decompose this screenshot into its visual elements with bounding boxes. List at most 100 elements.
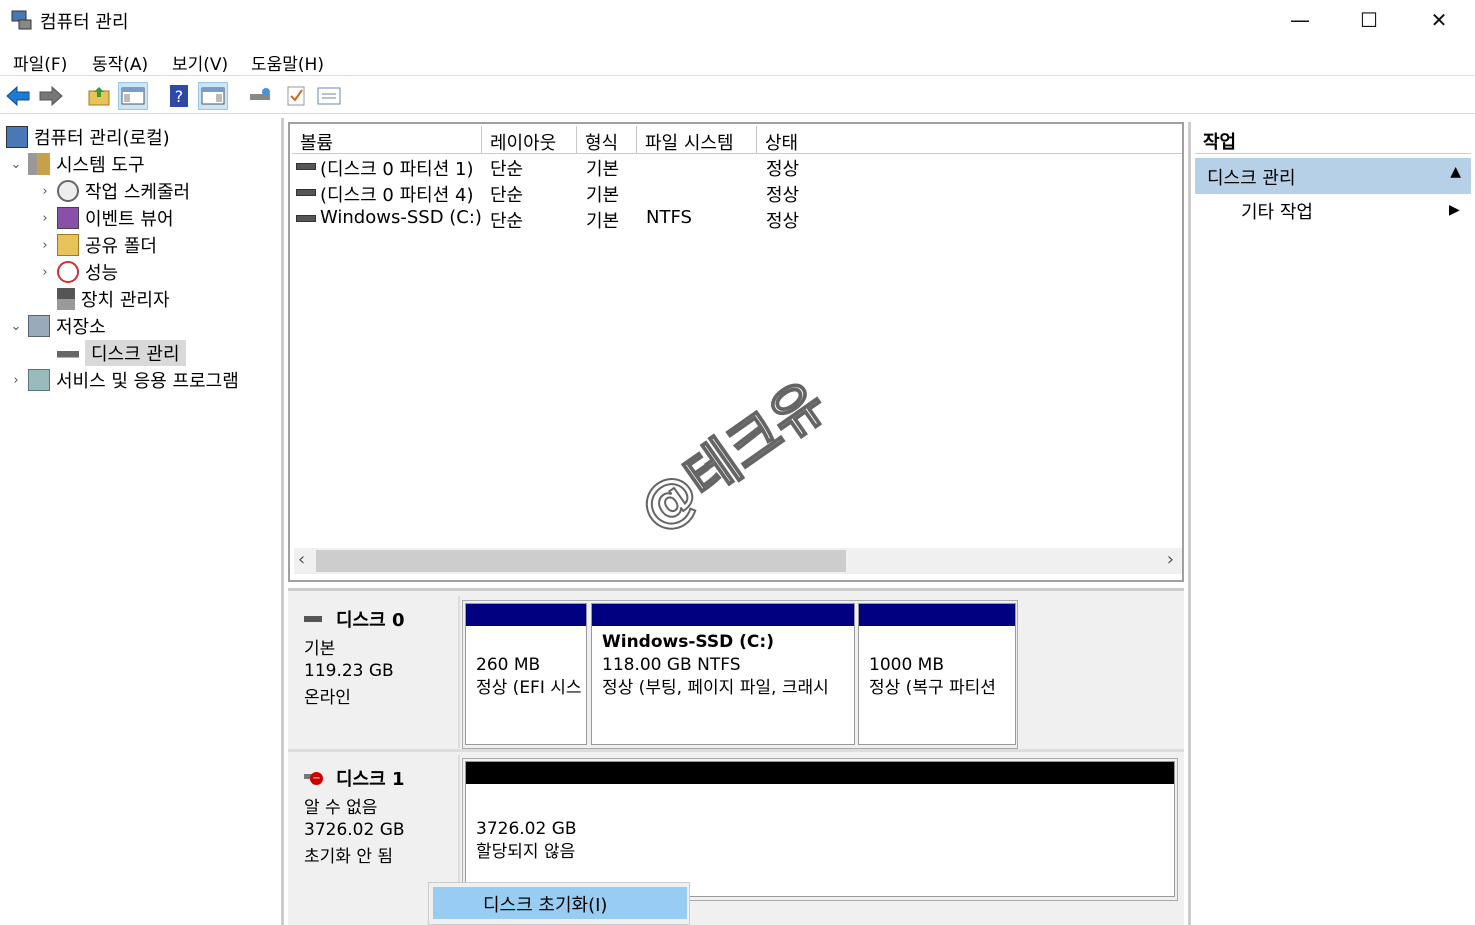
table-row[interactable]: (디스크 0 파티션 4) 단순 기본 정상 xyxy=(294,181,1174,207)
disk1-type: 알 수 없음 xyxy=(304,798,378,818)
tree-item-disk-management[interactable]: 디스크 관리 xyxy=(37,340,186,366)
horizontal-scrollbar[interactable]: ‹ › xyxy=(294,548,1182,574)
unallocated-size: 3726.02 GB xyxy=(476,819,577,839)
menu-bar: 파일(F) 동작(A) 보기(V) 도움말(H) xyxy=(0,44,1475,76)
disk0-name: 디스크 0 xyxy=(336,610,405,631)
toolbar: ? xyxy=(0,78,1475,114)
column-header-layout[interactable]: 레이아웃 xyxy=(482,126,577,154)
tree-item-shared-folders[interactable]: › 공유 폴더 xyxy=(37,232,157,258)
tools-icon xyxy=(28,153,50,175)
table-row[interactable]: (디스크 0 파티션 1) 단순 기본 정상 xyxy=(294,155,1174,181)
disk0-state: 온라인 xyxy=(304,688,351,708)
device-manager-icon xyxy=(57,288,75,310)
tree-item-storage[interactable]: ⌄ 저장소 xyxy=(8,313,106,339)
scroll-left-button[interactable]: ‹ xyxy=(298,549,305,570)
tree-item-label: 저장소 xyxy=(56,317,106,338)
chevron-right-icon[interactable]: › xyxy=(37,184,53,199)
chevron-right-icon[interactable]: › xyxy=(8,373,24,388)
disk-icon xyxy=(304,616,322,622)
collapse-arrow-icon[interactable]: ▲ xyxy=(1450,164,1461,180)
volume-type: 기본 xyxy=(586,159,620,180)
context-menu: 디스크 초기화(I) xyxy=(428,882,690,925)
volume-layout: 단순 xyxy=(490,185,524,206)
column-header-volume[interactable]: 볼륨 xyxy=(292,126,482,154)
actions-section-disk-management[interactable]: 디스크 관리 ▲ xyxy=(1195,158,1471,194)
column-header-status[interactable]: 상태 xyxy=(757,126,1182,154)
volume-icon xyxy=(296,189,316,196)
column-header-filesystem[interactable]: 파일 시스템 xyxy=(637,126,757,154)
more-actions-label: 기타 작업 xyxy=(1241,202,1313,223)
event-viewer-icon xyxy=(57,207,79,229)
partition-windows-c[interactable]: Windows-SSD (C:) 118.00 GB NTFS 정상 (부팅, … xyxy=(591,603,855,745)
performance-gauge-icon xyxy=(57,261,79,283)
tree-item-services[interactable]: › 서비스 및 응용 프로그램 xyxy=(8,367,239,393)
unallocated-label: 할당되지 않음 xyxy=(476,842,576,862)
list-view-icon[interactable] xyxy=(314,82,344,110)
tree-item-system-tools[interactable]: ⌄ 시스템 도구 xyxy=(8,151,145,177)
disk1-state: 초기화 안 됨 xyxy=(304,847,394,867)
volume-name: (디스크 0 파티션 4) xyxy=(320,185,474,206)
volume-type: 기본 xyxy=(586,211,620,232)
chevron-right-icon[interactable]: › xyxy=(37,265,53,280)
partition-size: 1000 MB xyxy=(869,655,944,675)
tree-item-performance[interactable]: › 성능 xyxy=(37,259,118,285)
forward-arrow-icon[interactable] xyxy=(36,82,66,110)
menu-view[interactable]: 보기(V) xyxy=(172,50,228,75)
minimize-button[interactable]: — xyxy=(1265,0,1335,40)
tree-item-task-scheduler[interactable]: › 작업 스케줄러 xyxy=(37,178,190,204)
maximize-button[interactable]: ☐ xyxy=(1334,0,1404,40)
chevron-right-icon[interactable]: › xyxy=(37,211,53,226)
close-button[interactable]: ✕ xyxy=(1404,0,1474,40)
disk-graphical-view: 디스크 0 기본 119.23 GB 온라인 260 MB 정상 (EFI 시스… xyxy=(288,588,1184,925)
tree-item-label: 작업 스케줄러 xyxy=(85,182,191,203)
up-folder-icon[interactable] xyxy=(84,82,114,110)
chevron-right-icon[interactable]: › xyxy=(37,238,53,253)
disk-error-icon: − xyxy=(304,771,323,785)
show-hide-action-pane-icon[interactable] xyxy=(198,82,228,110)
volume-name: Windows-SSD (C:) xyxy=(320,207,482,228)
tree-item-label: 공유 폴더 xyxy=(85,236,157,257)
tree-item-root[interactable]: 컴퓨터 관리(로컬) xyxy=(6,124,170,150)
column-header-type[interactable]: 형식 xyxy=(577,126,637,154)
tree-item-label: 장치 관리자 xyxy=(81,290,170,311)
partition-bar xyxy=(592,604,854,626)
submenu-arrow-icon[interactable]: ▶ xyxy=(1449,202,1460,218)
partition-recovery[interactable]: 1000 MB 정상 (복구 파티션 xyxy=(858,603,1016,745)
title-bar: 컴퓨터 관리 — ☐ ✕ xyxy=(0,0,1475,40)
menu-action[interactable]: 동작(A) xyxy=(92,50,148,75)
tree-item-device-manager[interactable]: 장치 관리자 xyxy=(37,286,170,312)
initialize-disk-menu-item[interactable]: 디스크 초기화(I) xyxy=(433,887,687,919)
scroll-right-button[interactable]: › xyxy=(1167,549,1174,570)
scrollbar-thumb[interactable] xyxy=(316,550,846,572)
svg-text:?: ? xyxy=(175,87,184,106)
tree-item-label: 서비스 및 응용 프로그램 xyxy=(56,371,239,392)
show-hide-tree-icon[interactable] xyxy=(118,82,148,110)
menu-file[interactable]: 파일(F) xyxy=(13,50,67,75)
navigation-tree: 컴퓨터 관리(로컬) ⌄ 시스템 도구 › 작업 스케줄러 › 이벤트 뷰어 ›… xyxy=(0,118,284,925)
partition-status: 정상 (복구 파티션 xyxy=(869,678,996,698)
table-row[interactable]: Windows-SSD (C:) 단순 기본 NTFS 정상 xyxy=(294,207,1174,233)
chevron-down-icon[interactable]: ⌄ xyxy=(8,319,24,334)
actions-header: 작업 xyxy=(1195,124,1471,154)
unallocated-space[interactable]: 3726.02 GB 할당되지 않음 xyxy=(465,761,1175,897)
partition-size: 260 MB xyxy=(476,655,541,675)
volume-type: 기본 xyxy=(586,185,620,206)
back-arrow-icon[interactable] xyxy=(3,82,33,110)
menu-help[interactable]: 도움말(H) xyxy=(251,50,324,75)
disk0-label[interactable]: 디스크 0 기본 119.23 GB 온라인 xyxy=(288,596,460,748)
properties-check-icon[interactable] xyxy=(281,82,311,110)
more-actions-item[interactable]: 기타 작업 xyxy=(1241,198,1313,224)
disk0-type: 기본 xyxy=(304,639,336,659)
chevron-down-icon[interactable]: ⌄ xyxy=(8,157,24,172)
partition-size: 118.00 GB NTFS xyxy=(602,655,741,675)
volume-layout: 단순 xyxy=(490,159,524,180)
partition-efi[interactable]: 260 MB 정상 (EFI 시스 xyxy=(465,603,587,745)
shared-folder-icon xyxy=(57,234,79,256)
tree-item-event-viewer[interactable]: › 이벤트 뷰어 xyxy=(37,205,174,231)
connect-icon[interactable] xyxy=(245,82,275,110)
volume-status: 정상 xyxy=(766,211,800,232)
volume-list: 볼륨 레이아웃 형식 파일 시스템 상태 (디스크 0 파티션 1) 단순 기본… xyxy=(288,122,1184,582)
help-icon[interactable]: ? xyxy=(164,82,194,110)
partition-bar xyxy=(859,604,1015,626)
partition-title: Windows-SSD (C:) xyxy=(602,632,774,652)
